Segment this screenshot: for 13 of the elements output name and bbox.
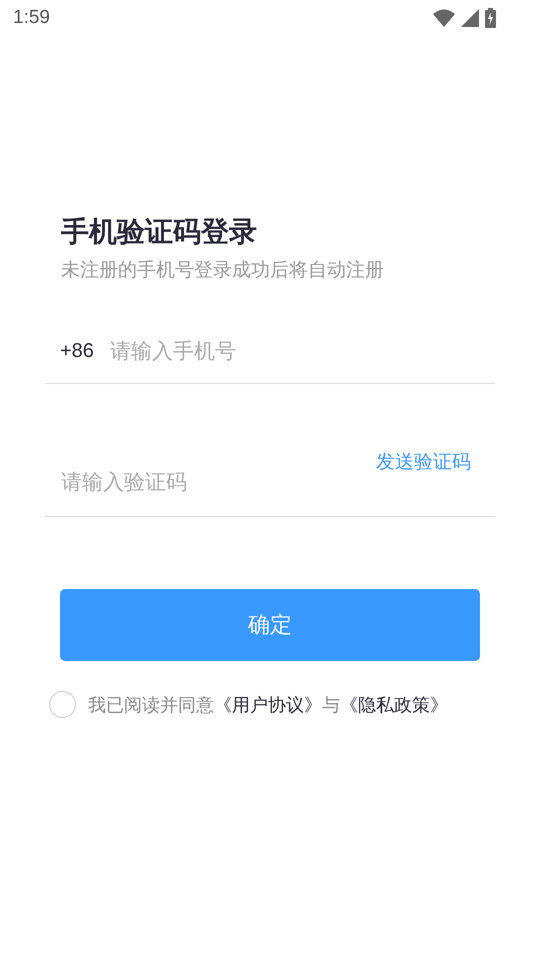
agreement-text: 我已阅读并同意《用户协议》与《隐私政策》 [88, 694, 448, 716]
user-agreement-link[interactable]: 《用户协议》 [214, 694, 322, 716]
code-input-field[interactable]: 请输入验证码 [61, 462, 376, 502]
page-subtitle: 未注册的手机号登录成功后将自动注册 [61, 258, 385, 283]
agreement-checkbox[interactable] [49, 691, 76, 718]
phone-input-field[interactable]: 请输入手机号 [110, 331, 495, 371]
page-title: 手机验证码登录 [61, 214, 258, 250]
battery-charging-icon [485, 8, 496, 28]
country-code[interactable]: +86 [60, 340, 94, 362]
privacy-policy-link[interactable]: 《隐私政策》 [340, 694, 448, 716]
signal-icon [461, 9, 479, 27]
status-time: 1:59 [13, 7, 50, 29]
wifi-icon [433, 9, 455, 27]
